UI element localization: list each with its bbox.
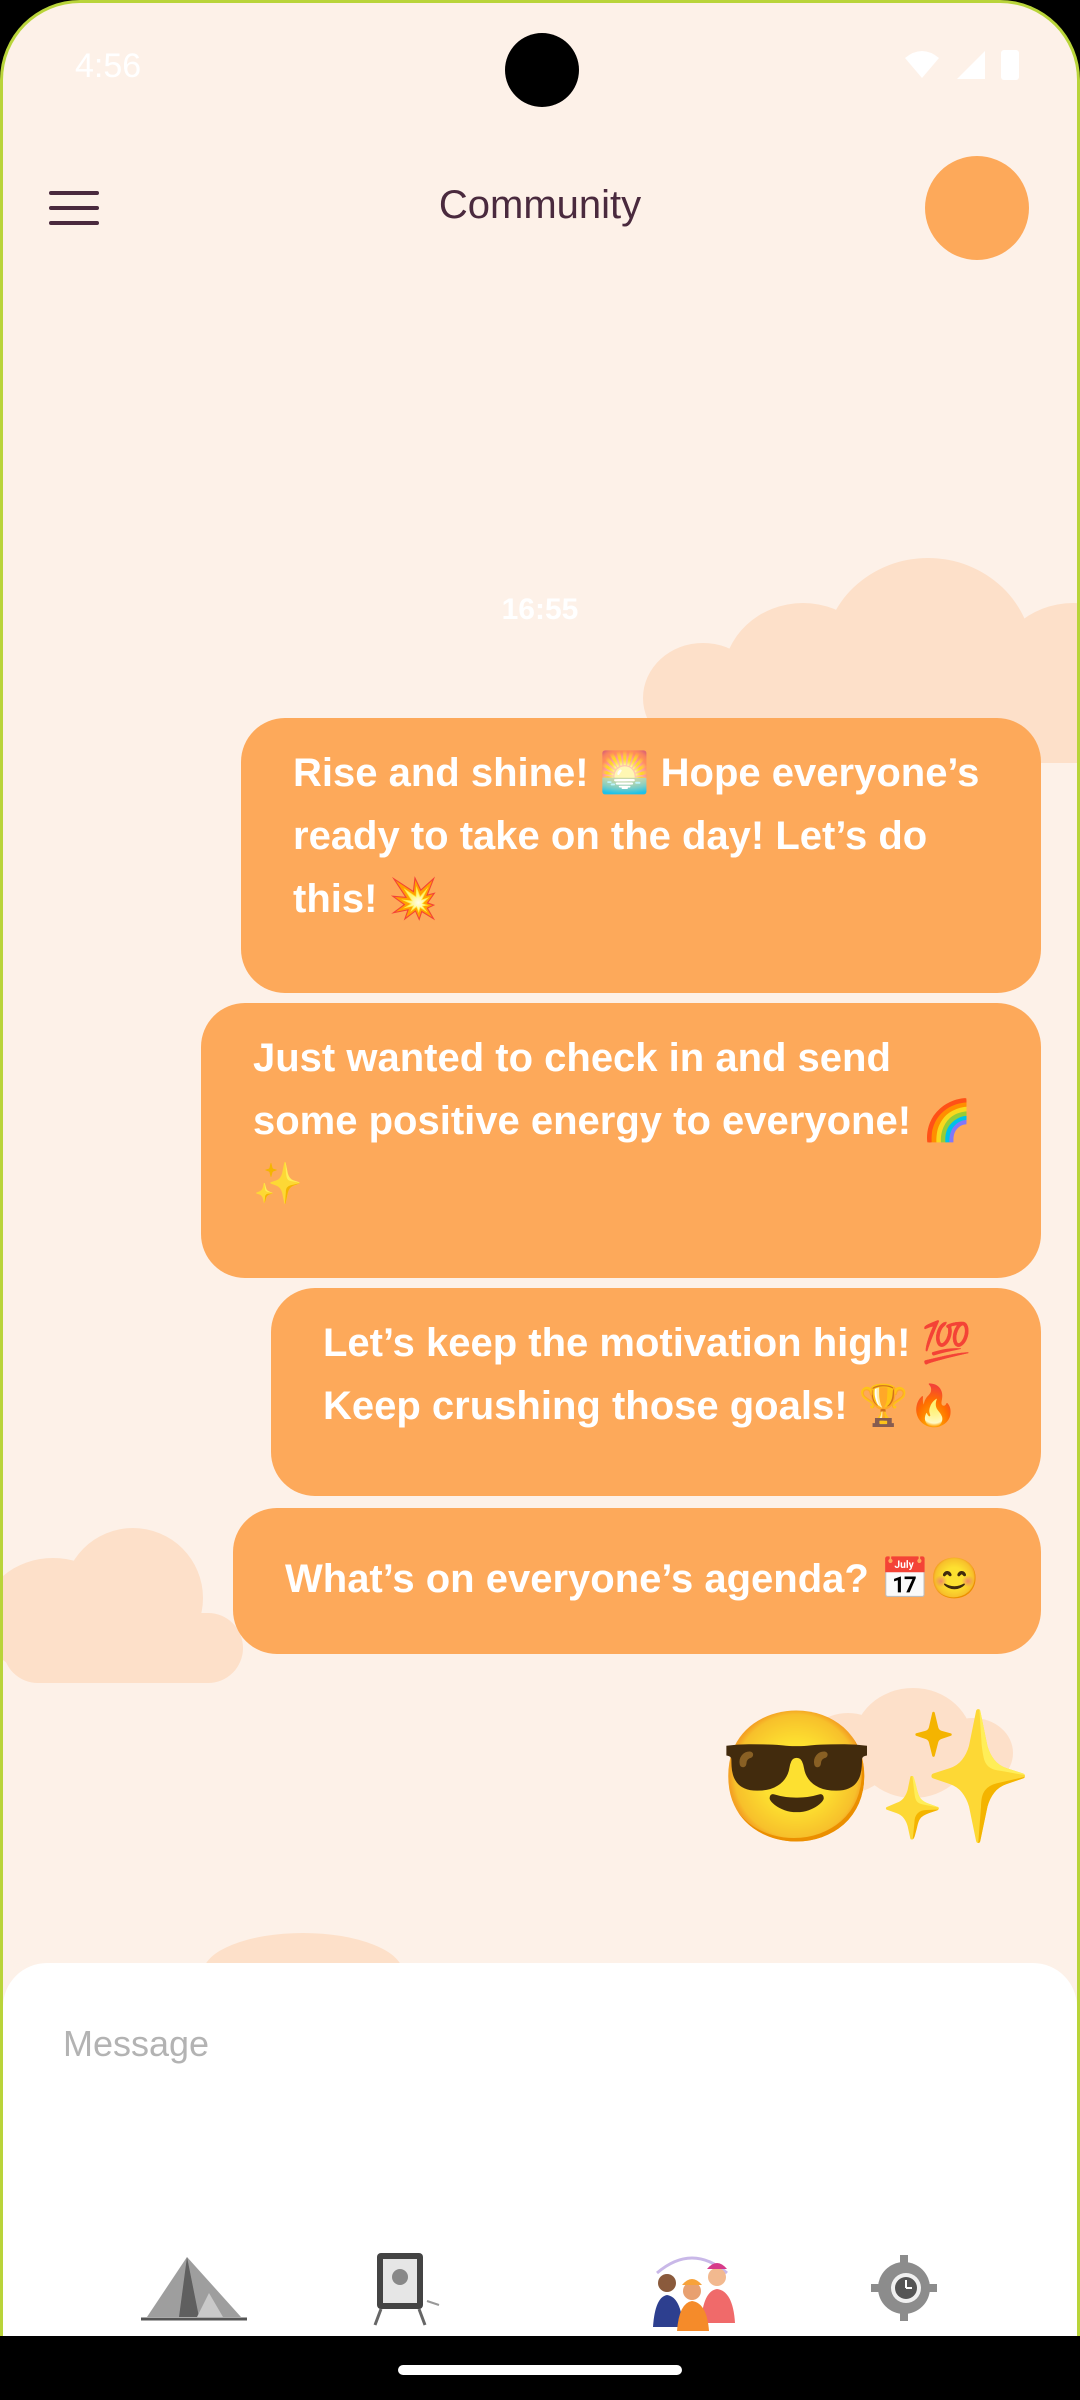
wifi-icon [905, 51, 939, 78]
battery-icon [1001, 50, 1019, 80]
status-bar: 4:56 [3, 3, 1077, 133]
avatar[interactable] [925, 156, 1029, 260]
community-icon[interactable] [637, 2243, 747, 2333]
page-title: Community [438, 183, 642, 227]
message-bubble[interactable]: What’s on everyone’s agenda? 📅😊 [233, 1508, 1041, 1654]
phone-screen: 4:56 Community 16:55 Rise and shine! 🌅 H… [0, 0, 1080, 2336]
message-bubble[interactable]: Just wanted to check in and send some po… [201, 1003, 1041, 1278]
chat-timestamp: 16:55 [501, 593, 579, 626]
message-bubble[interactable]: Rise and shine! 🌅 Hope everyone’s ready … [241, 718, 1041, 993]
settings-gear-icon[interactable] [849, 2243, 959, 2333]
app-header: Community [3, 143, 1077, 273]
home-indicator[interactable] [398, 2365, 682, 2375]
bottom-navigation [3, 2243, 1077, 2336]
signal-icon [957, 51, 985, 79]
front-camera [505, 33, 579, 107]
message-input[interactable]: Message [63, 2023, 963, 2065]
whiteboard-icon[interactable] [353, 2243, 463, 2333]
status-time: 4:56 [75, 47, 142, 85]
tent-icon[interactable] [139, 2243, 249, 2333]
message-bubble[interactable]: Let’s keep the motivation high! 💯 Keep c… [271, 1288, 1041, 1496]
emoji-message[interactable]: 😎✨ [717, 1703, 1036, 1853]
status-icons [903, 49, 1019, 81]
